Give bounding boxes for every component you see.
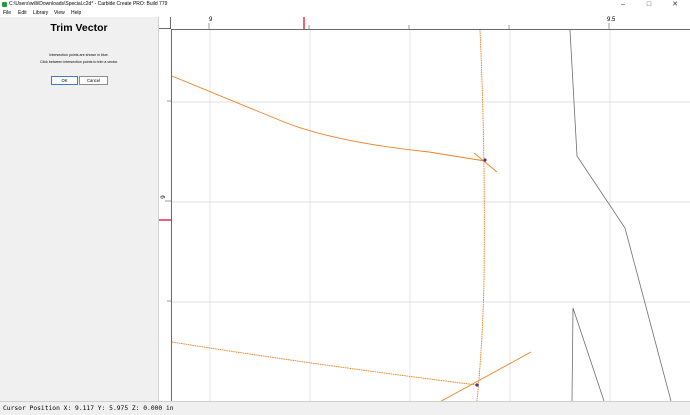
menu-library[interactable]: Library <box>33 9 48 17</box>
top-ruler: 9 9.5 <box>171 17 690 30</box>
cancel-button[interactable]: Cancel <box>79 76 108 85</box>
ruler-label-6: 6 <box>158 195 165 199</box>
gray-vector-path-lower <box>571 307 605 401</box>
menu-file[interactable]: File <box>3 9 11 17</box>
app-icon <box>2 1 7 7</box>
ruler-corner <box>159 17 171 29</box>
title-bar: C:\Users\willi\Downloads\Special.c2d* - … <box>0 0 690 9</box>
canvas-drawing[interactable] <box>172 30 690 401</box>
ruler-label-9: 9 <box>209 17 213 23</box>
minimize-icon[interactable]: – <box>610 0 636 9</box>
window-title: C:\Users\willi\Downloads\Special.c2d* - … <box>9 1 168 7</box>
grid-lines <box>172 30 690 401</box>
window-controls: – □ ✕ <box>610 0 688 9</box>
cursor-position-readout: Cursor Position X: 9.117 Y: 5.975 Z: 0.0… <box>3 405 174 412</box>
menu-help[interactable]: Help <box>71 9 81 17</box>
panel-title: Trim Vector <box>50 22 108 34</box>
status-bar: Cursor Position X: 9.117 Y: 5.975 Z: 0.0… <box>0 401 690 415</box>
trim-vector-panel: Trim Vector Intersection points are show… <box>0 17 159 401</box>
orange-vector-bottom-segment <box>440 351 532 401</box>
panel-instruction-1: Intersection points are shown in blue. <box>49 53 109 57</box>
left-ruler: 6 <box>159 29 172 401</box>
intersection-point-upper <box>483 158 487 162</box>
ok-button[interactable]: OK <box>51 76 78 85</box>
orange-vector-vertical <box>476 30 485 401</box>
orange-vector-top-curve <box>172 75 486 162</box>
intersection-point-lower <box>475 383 479 387</box>
left-ruler-ticks <box>159 100 171 302</box>
menu-view[interactable]: View <box>54 9 65 17</box>
orange-vector-bottom-curve <box>172 341 478 386</box>
close-icon[interactable]: ✕ <box>662 0 688 9</box>
panel-instruction-2: Click between intersection points to tri… <box>40 60 118 64</box>
design-canvas[interactable] <box>172 30 690 401</box>
ruler-label-9-5: 9.5 <box>607 17 616 23</box>
maximize-icon[interactable]: □ <box>636 0 662 9</box>
menu-edit[interactable]: Edit <box>18 9 27 17</box>
menu-bar: File Edit Library View Help <box>0 9 690 17</box>
orange-vector-top-segment <box>473 152 498 173</box>
